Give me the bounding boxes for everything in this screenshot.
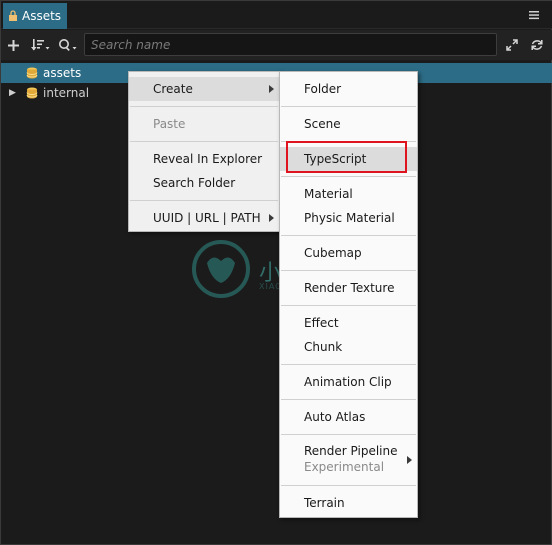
collapse-button[interactable]	[505, 37, 519, 53]
tab-assets[interactable]: Assets	[3, 3, 67, 29]
menu-item-reveal-in-explorer[interactable]: Reveal In Explorer	[129, 147, 279, 171]
plus-icon	[8, 39, 19, 51]
menu-item-folder[interactable]: Folder	[280, 77, 417, 101]
menu-item-label: Chunk	[304, 340, 343, 354]
menu-item-label: Physic Material	[304, 211, 395, 225]
menu-separator	[281, 141, 416, 142]
menu-item-scene[interactable]: Scene	[280, 112, 417, 136]
menu-separator	[281, 270, 416, 271]
submenu-arrow-icon	[407, 456, 412, 464]
menu-item-paste[interactable]: Paste	[129, 112, 279, 136]
lock-icon	[9, 10, 17, 21]
assets-panel: Assets Search name assets ▶ internal XIA…	[0, 0, 552, 545]
submenu-arrow-icon	[269, 85, 274, 93]
menu-item-render-pipeline[interactable]: Render Pipeline Experimental	[280, 440, 417, 480]
menu-item-chunk[interactable]: Chunk	[280, 335, 417, 359]
menu-separator	[281, 176, 416, 177]
assets-toolbar	[1, 30, 552, 60]
sort-button[interactable]	[31, 37, 51, 53]
menu-separator	[130, 106, 278, 107]
menu-item-label: Create	[153, 82, 193, 96]
menu-item-label: Reveal In Explorer	[153, 152, 263, 166]
menu-separator	[281, 364, 416, 365]
menu-item-label: Cubemap	[304, 246, 362, 260]
context-menu: Create Paste Reveal In Explorer Search F…	[128, 71, 280, 232]
refresh-button[interactable]	[530, 37, 544, 53]
menu-item-label: UUID | URL | PATH	[153, 211, 261, 225]
menu-item-label: Animation Clip	[304, 375, 392, 389]
menu-item-create[interactable]: Create	[129, 77, 279, 101]
menu-item-label: Search Folder	[153, 176, 236, 190]
watermark-logo-icon	[192, 240, 250, 298]
database-icon	[26, 67, 38, 79]
menu-item-animation-clip[interactable]: Animation Clip	[280, 370, 417, 394]
menu-item-label: Scene	[304, 117, 341, 131]
menu-item-label: Auto Atlas	[304, 410, 366, 424]
menu-item-effect[interactable]: Effect	[280, 311, 417, 335]
tree-item-label: assets	[43, 66, 82, 80]
panel-tabbar: Assets	[1, 1, 552, 29]
add-button[interactable]	[7, 37, 20, 53]
menu-item-material[interactable]: Material	[280, 182, 417, 206]
menu-item-search-folder[interactable]: Search Folder	[129, 171, 279, 195]
menu-item-terrain[interactable]: Terrain	[280, 491, 417, 515]
search-type-button[interactable]	[58, 37, 78, 53]
menu-item-uuid-url-path[interactable]: UUID | URL | PATH	[129, 206, 279, 230]
search-icon	[59, 39, 77, 52]
menu-item-label: Render Pipeline	[304, 444, 398, 458]
collapse-icon	[506, 39, 518, 51]
menu-separator	[281, 305, 416, 306]
tree-item-label: internal	[43, 86, 90, 100]
create-submenu: Folder Scene TypeScript Material Physic …	[279, 71, 418, 518]
menu-item-label: Material	[304, 187, 353, 201]
sort-icon	[31, 39, 50, 51]
menu-separator	[281, 106, 416, 107]
expand-arrow-icon[interactable]: ▶	[9, 88, 19, 98]
hamburger-icon[interactable]	[527, 8, 541, 22]
menu-separator	[281, 235, 416, 236]
menu-item-label: Render Texture	[304, 281, 395, 295]
refresh-icon	[531, 40, 543, 50]
menu-separator	[281, 485, 416, 486]
submenu-arrow-icon	[269, 214, 274, 222]
menu-item-label: Paste	[153, 117, 186, 131]
menu-item-label: TypeScript	[304, 152, 367, 166]
menu-separator	[281, 434, 416, 435]
menu-item-cubemap[interactable]: Cubemap	[280, 241, 417, 265]
search-input[interactable]	[84, 33, 497, 56]
menu-separator	[130, 141, 278, 142]
menu-item-physic-material[interactable]: Physic Material	[280, 206, 417, 230]
menu-separator	[130, 200, 278, 201]
menu-item-auto-atlas[interactable]: Auto Atlas	[280, 405, 417, 429]
menu-separator	[281, 399, 416, 400]
menu-item-render-texture[interactable]: Render Texture	[280, 276, 417, 300]
menu-item-sublabel: Experimental	[304, 460, 385, 474]
menu-item-label: Folder	[304, 82, 342, 96]
menu-item-typescript[interactable]: TypeScript	[280, 147, 417, 171]
menu-item-label: Effect	[304, 316, 339, 330]
menu-item-label: Terrain	[304, 496, 345, 510]
database-icon	[26, 87, 38, 99]
tab-label: Assets	[22, 9, 62, 23]
